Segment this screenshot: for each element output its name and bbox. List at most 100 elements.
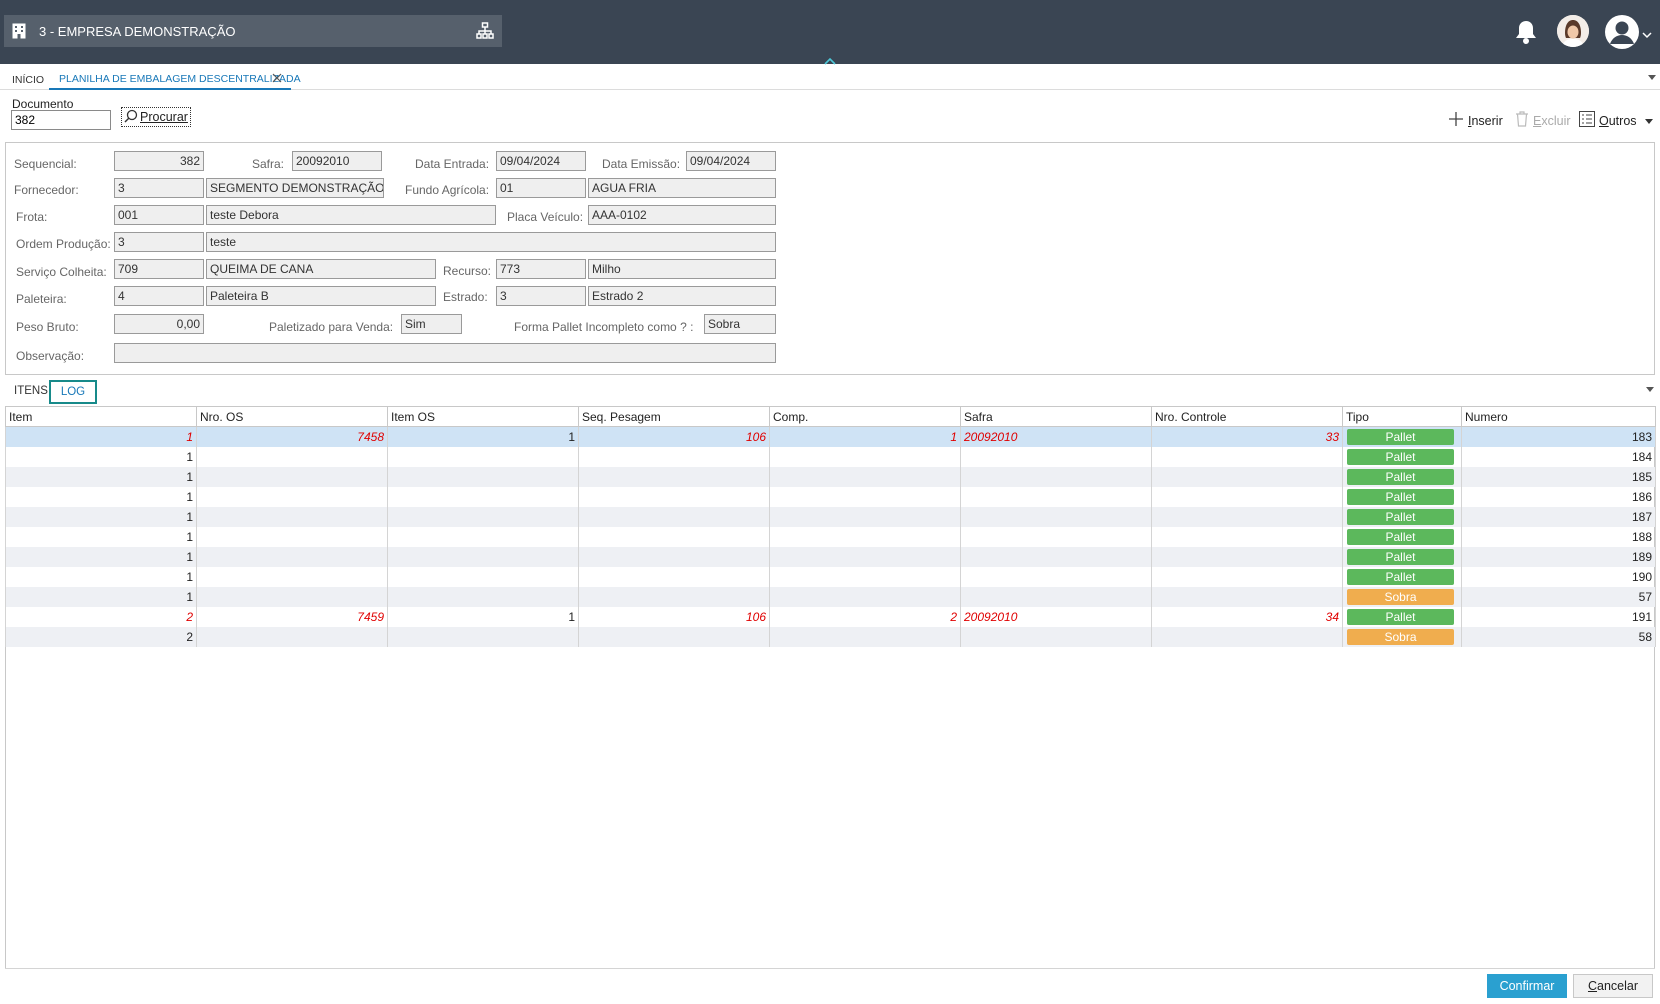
column-header[interactable]: Comp. — [769, 406, 961, 427]
cell-seq-pesagem[interactable] — [578, 506, 770, 527]
cell-tipo[interactable]: Sobra — [1342, 586, 1462, 607]
cell-item-os[interactable]: 1 — [387, 426, 579, 447]
table-row[interactable]: 1 Sobra 57 — [5, 586, 1656, 607]
tab-planilha[interactable]: PLANILHA DE EMBALAGEM DESCENTRALIZADA — [59, 73, 301, 85]
cell-seq-pesagem[interactable] — [578, 546, 770, 567]
cell-nro-os[interactable]: 7458 — [196, 426, 388, 447]
column-header[interactable]: Nro. OS — [196, 406, 388, 427]
cell-numero[interactable]: 184 — [1461, 446, 1656, 467]
tab-inicio[interactable]: INÍCIO — [12, 74, 44, 86]
table-row[interactable]: 1 Pallet 187 — [5, 506, 1656, 527]
paletizado-field[interactable]: Sim — [401, 314, 462, 334]
cancel-button[interactable]: Cancelar — [1573, 974, 1653, 998]
cell-item-os[interactable] — [387, 446, 579, 467]
cell-nro-os[interactable] — [196, 446, 388, 467]
cell-tipo[interactable]: Pallet — [1342, 446, 1462, 467]
fundo-agricola-name-field[interactable]: AGUA FRIA — [588, 178, 776, 198]
cell-item[interactable]: 1 — [5, 426, 197, 447]
user-icon[interactable] — [1604, 14, 1640, 50]
servico-colheita-code-field[interactable]: 709 — [114, 259, 204, 279]
observacao-field[interactable] — [114, 343, 776, 363]
delete-button[interactable]: Excluir — [1515, 111, 1571, 130]
cell-item-os[interactable] — [387, 546, 579, 567]
paleteira-code-field[interactable]: 4 — [114, 286, 204, 306]
cell-tipo[interactable]: Pallet — [1342, 606, 1462, 627]
table-row[interactable]: 2 7459 1 106 2 20092010 34 Pallet 191 — [5, 606, 1656, 627]
column-header[interactable]: Item OS — [387, 406, 579, 427]
cell-comp[interactable] — [769, 566, 961, 587]
cell-item[interactable]: 1 — [5, 586, 197, 607]
cell-safra[interactable] — [960, 506, 1152, 527]
cell-numero[interactable]: 190 — [1461, 566, 1656, 587]
cell-nro-os[interactable]: 7459 — [196, 606, 388, 627]
cell-numero[interactable]: 188 — [1461, 526, 1656, 547]
company-selector[interactable]: 3 - EMPRESA DEMONSTRAÇÃO — [4, 15, 502, 47]
cell-tipo[interactable]: Pallet — [1342, 526, 1462, 547]
cell-seq-pesagem[interactable] — [578, 526, 770, 547]
cell-seq-pesagem[interactable]: 106 — [578, 606, 770, 627]
recurso-code-field[interactable]: 773 — [496, 259, 586, 279]
search-button[interactable]: Procurar — [121, 107, 191, 127]
cell-item[interactable]: 1 — [5, 486, 197, 507]
cell-safra[interactable]: 20092010 — [960, 426, 1152, 447]
cell-comp[interactable] — [769, 526, 961, 547]
subtabs-menu-caret-icon[interactable] — [1646, 382, 1654, 392]
fornecedor-code-field[interactable]: 3 — [114, 178, 204, 198]
cell-nro-controle[interactable] — [1151, 546, 1343, 567]
cell-comp[interactable] — [769, 546, 961, 567]
assistant-avatar[interactable] — [1557, 15, 1589, 47]
cell-item-os[interactable] — [387, 626, 579, 647]
estrado-code-field[interactable]: 3 — [496, 286, 586, 306]
column-header[interactable]: Safra — [960, 406, 1152, 427]
cell-tipo[interactable]: Sobra — [1342, 626, 1462, 647]
cell-numero[interactable]: 57 — [1461, 586, 1656, 607]
cell-tipo[interactable]: Pallet — [1342, 546, 1462, 567]
cell-seq-pesagem[interactable] — [578, 466, 770, 487]
column-header[interactable]: Tipo — [1342, 406, 1462, 427]
cell-numero[interactable]: 191 — [1461, 606, 1656, 627]
ordem-producao-code-field[interactable]: 3 — [114, 232, 204, 252]
cell-seq-pesagem[interactable]: 106 — [578, 426, 770, 447]
cell-item-os[interactable]: 1 — [387, 606, 579, 627]
cell-tipo[interactable]: Pallet — [1342, 426, 1462, 447]
cell-safra[interactable]: 20092010 — [960, 606, 1152, 627]
frota-name-field[interactable]: teste Debora — [206, 205, 496, 225]
cell-item[interactable]: 2 — [5, 626, 197, 647]
cell-comp[interactable] — [769, 446, 961, 467]
data-emissao-field[interactable]: 09/04/2024 — [686, 151, 776, 171]
cell-safra[interactable] — [960, 446, 1152, 467]
table-row[interactable]: 1 Pallet 188 — [5, 526, 1656, 547]
cell-nro-os[interactable] — [196, 626, 388, 647]
org-tree-icon[interactable] — [476, 22, 494, 40]
column-header[interactable]: Seq. Pesagem — [578, 406, 770, 427]
cell-nro-os[interactable] — [196, 566, 388, 587]
cell-nro-controle[interactable] — [1151, 446, 1343, 467]
cell-item[interactable]: 1 — [5, 566, 197, 587]
cell-tipo[interactable]: Pallet — [1342, 566, 1462, 587]
table-row[interactable]: 1 Pallet 184 — [5, 446, 1656, 467]
table-row[interactable]: 1 Pallet 186 — [5, 486, 1656, 507]
cell-tipo[interactable]: Pallet — [1342, 506, 1462, 527]
table-row[interactable]: 1 Pallet 189 — [5, 546, 1656, 567]
cell-item-os[interactable] — [387, 566, 579, 587]
table-row[interactable]: 2 Sobra 58 — [5, 626, 1656, 647]
sequencial-field[interactable]: 382 — [114, 151, 204, 171]
cell-nro-controle[interactable]: 34 — [1151, 606, 1343, 627]
cell-numero[interactable]: 187 — [1461, 506, 1656, 527]
ordem-producao-name-field[interactable]: teste — [206, 232, 776, 252]
data-entrada-field[interactable]: 09/04/2024 — [496, 151, 586, 171]
document-input[interactable] — [11, 110, 111, 130]
cell-numero[interactable]: 185 — [1461, 466, 1656, 487]
cell-seq-pesagem[interactable] — [578, 626, 770, 647]
cell-seq-pesagem[interactable] — [578, 486, 770, 507]
cell-safra[interactable] — [960, 626, 1152, 647]
cell-comp[interactable] — [769, 486, 961, 507]
cell-nro-controle[interactable] — [1151, 586, 1343, 607]
cell-safra[interactable] — [960, 586, 1152, 607]
cell-comp[interactable] — [769, 506, 961, 527]
cell-nro-os[interactable] — [196, 486, 388, 507]
cell-comp[interactable] — [769, 586, 961, 607]
safra-field[interactable]: 20092010 — [292, 151, 382, 171]
cell-nro-controle[interactable]: 33 — [1151, 426, 1343, 447]
cell-nro-controle[interactable] — [1151, 506, 1343, 527]
